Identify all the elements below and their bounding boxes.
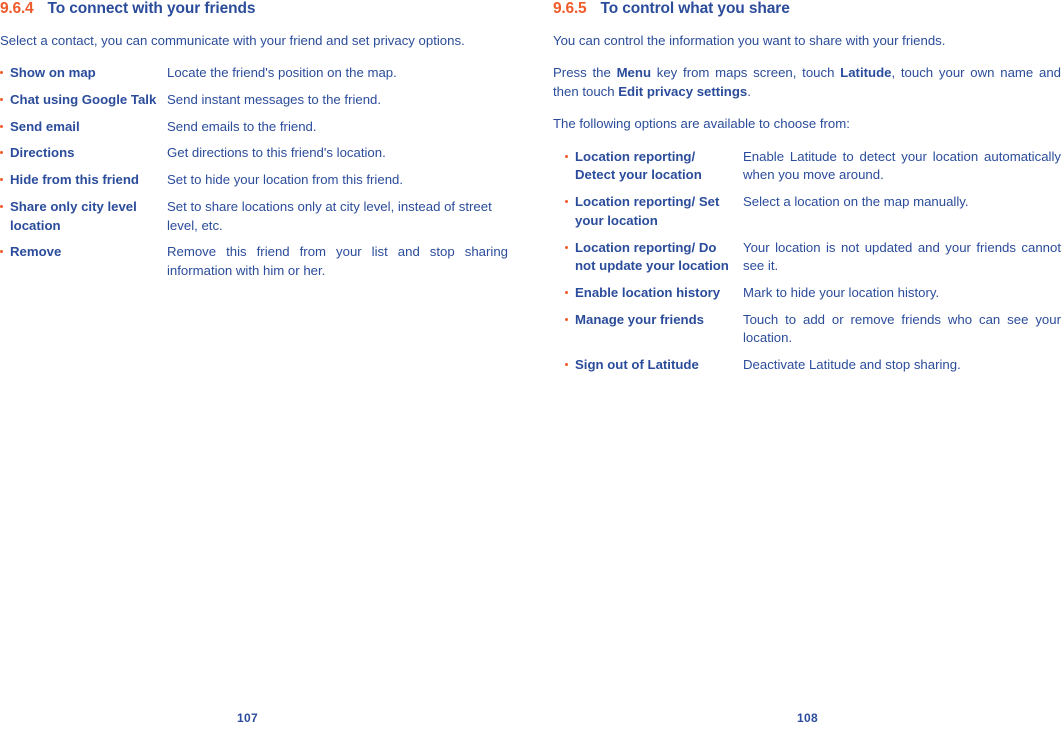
list-item: Enable location history Mark to hide you… — [565, 284, 1061, 303]
section-title: To connect with your friends — [47, 0, 256, 17]
list-item-term: Share only city level location — [10, 198, 137, 233]
page-right: 9.6.5 To control what you share You can … — [553, 0, 1061, 731]
options-lead-in: The following options are available to c… — [553, 116, 850, 132]
section-number: 9.6.4 — [0, 0, 34, 17]
list-item-term: Manage your friends — [575, 311, 704, 327]
instruction-text-1: Press the — [553, 65, 617, 81]
list-item-description: Locate the friend's position on the map. — [167, 65, 397, 81]
list-item-description: Touch to add or remove friends who can s… — [743, 311, 1061, 346]
bullet-icon — [565, 284, 575, 295]
page-left-content: 9.6.4 To connect with your friends Selec… — [0, 0, 508, 289]
list-item: Location reporting/ Detect your location… — [565, 148, 1061, 185]
page-number-left: 107 — [237, 711, 258, 725]
bullet-icon — [0, 144, 10, 155]
list-item: Location reporting/ Do not update your l… — [565, 239, 1061, 276]
options-list-left: Show on map Locate the friend's position… — [0, 64, 508, 281]
instruction-text-4: . — [747, 84, 751, 100]
page-number-right: 108 — [797, 711, 818, 725]
list-item-term: Remove — [10, 244, 62, 260]
page-right-content: 9.6.5 To control what you share You can … — [553, 0, 1061, 383]
latitude-label: Latitude — [840, 65, 892, 81]
section-heading-left: 9.6.4 To connect with your friends — [0, 0, 508, 17]
bullet-icon — [565, 311, 575, 321]
bullet-icon — [565, 356, 575, 367]
list-item: Send email Send emails to the friend. — [0, 118, 508, 137]
page-left: 9.6.4 To connect with your friends Selec… — [0, 0, 508, 731]
section-heading-right: 9.6.5 To control what you share — [553, 0, 1061, 17]
list-item: Sign out of Latitude Deactivate Latitude… — [565, 356, 1061, 375]
list-item-term: Location reporting/ Set your location — [575, 194, 720, 228]
list-item-description: Your location is not updated and your fr… — [743, 239, 1061, 274]
list-item: Location reporting/ Set your location Se… — [565, 193, 1061, 230]
list-item-term: Sign out of Latitude — [575, 357, 699, 373]
bullet-icon — [0, 118, 10, 128]
bullet-icon — [0, 198, 10, 208]
list-item-description: Get directions to this friend's location… — [167, 145, 386, 161]
list-item-term: Show on map — [10, 65, 96, 81]
list-item-term: Chat using Google Talk — [10, 91, 157, 107]
bullet-icon — [0, 243, 10, 254]
bullet-icon — [565, 239, 575, 249]
list-item-term: Location reporting/ Detect your location — [575, 148, 702, 183]
list-item-description: Send instant messages to the friend. — [167, 91, 382, 107]
list-item-description: Set to share locations only at city leve… — [167, 198, 492, 233]
list-item: Show on map Locate the friend's position… — [0, 64, 508, 83]
list-item: Manage your friends Touch to add or remo… — [565, 311, 1061, 348]
list-item-description: Select a location on the map manually. — [743, 194, 969, 210]
list-item-term: Location reporting/ Do not update your l… — [575, 239, 729, 274]
bullet-icon — [0, 171, 10, 182]
list-item-description: Enable Latitude to detect your location … — [743, 148, 1061, 183]
list-item-term: Send email — [10, 118, 80, 134]
intro-paragraph-right: You can control the information you want… — [553, 33, 946, 49]
list-item-description: Deactivate Latitude and stop sharing. — [743, 357, 961, 373]
bullet-icon — [565, 148, 575, 158]
bullet-icon — [0, 91, 10, 101]
list-item: Share only city level location Set to sh… — [0, 198, 508, 235]
list-item-description: Remove this friend from your list and st… — [167, 244, 508, 279]
list-item-term: Enable location history — [575, 285, 721, 301]
menu-key-label: Menu — [616, 65, 651, 81]
section-number: 9.6.5 — [553, 0, 587, 17]
list-item-description: Send emails to the friend. — [167, 118, 317, 134]
options-list-right: Location reporting/ Detect your location… — [553, 148, 1061, 375]
instruction-paragraph: Press the Menu key from maps screen, tou… — [553, 63, 1061, 101]
section-title: To control what you share — [600, 0, 790, 17]
list-item: Remove Remove this friend from your list… — [0, 243, 508, 280]
intro-paragraph-left: Select a contact, you can communicate wi… — [0, 33, 465, 49]
bullet-icon — [0, 64, 10, 75]
list-item: Directions Get directions to this friend… — [0, 144, 508, 163]
list-item-term: Directions — [10, 145, 75, 161]
bullet-icon — [565, 193, 575, 204]
list-item-term: Hide from this friend — [10, 172, 139, 188]
list-item: Chat using Google Talk Send instant mess… — [0, 91, 508, 110]
edit-privacy-settings-label: Edit privacy settings — [618, 84, 748, 100]
instruction-text-2: key from maps screen, touch — [651, 65, 841, 81]
list-item: Hide from this friend Set to hide your l… — [0, 171, 508, 190]
list-item-description: Set to hide your location from this frie… — [167, 172, 404, 188]
list-item-description: Mark to hide your location history. — [743, 285, 940, 301]
